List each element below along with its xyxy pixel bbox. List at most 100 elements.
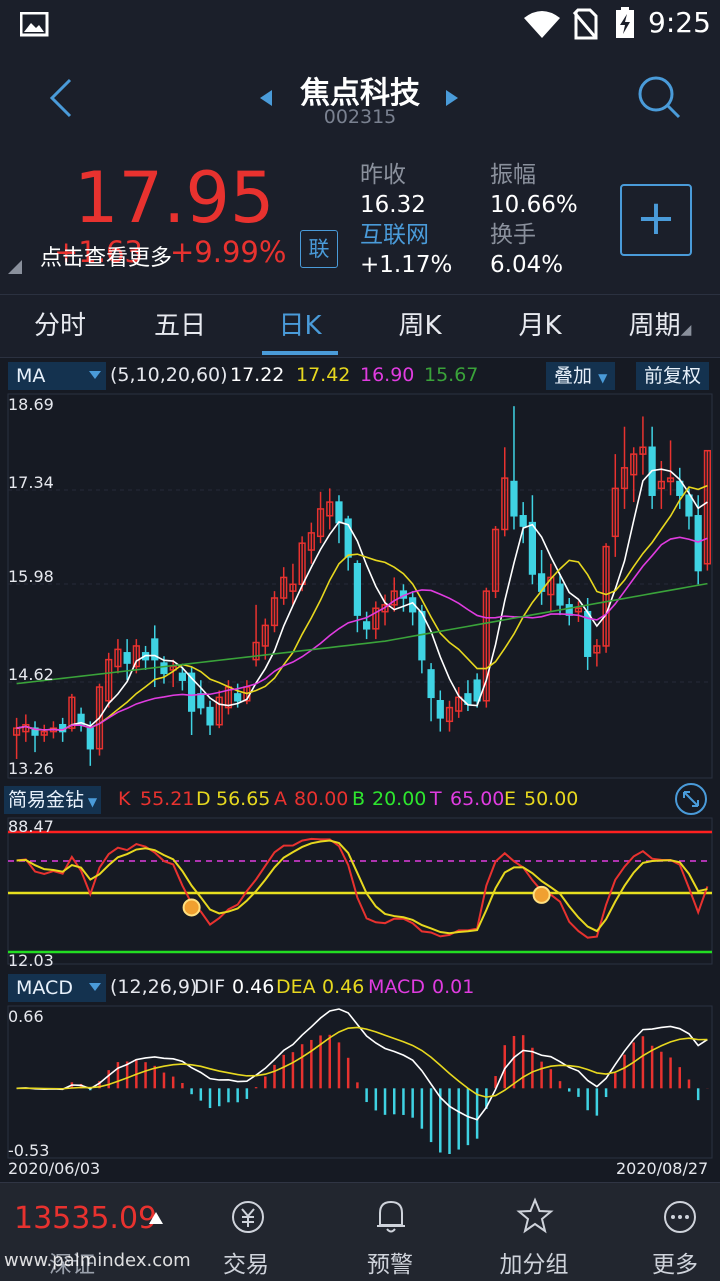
turnover-label: 换手 [490,222,536,248]
active-tab-indicator [262,351,338,355]
macd-label: MACD [368,976,425,998]
ma-params: (5,10,20,60) [110,364,228,386]
dea-label: DEA [276,976,316,998]
tab-five-day[interactable]: 五日 [120,295,240,357]
indicator-selector-jinzuan[interactable]: 简易金钻 ▼ [4,786,102,814]
wifi-icon [524,11,560,38]
candle-body [123,652,131,664]
e-label: E [504,788,517,810]
last-price: 17.95 [74,157,275,239]
nav-label: 交易 [223,1252,269,1278]
e-value: 50.00 [524,788,579,810]
status-bar: 9:25 [0,0,720,52]
expand-icon[interactable] [674,782,708,816]
d-label: D [196,788,211,810]
kdj-bottom-tick: 12.03 [8,951,54,970]
dif-label: DIF [194,976,226,998]
candle-body [197,693,205,709]
dif-value: 0.46 [232,976,275,998]
nav-more[interactable]: 更多 [606,1183,720,1281]
yuan-exchange-icon [232,1201,264,1233]
candle-body [473,679,481,702]
ma10-value: 17.42 [296,364,351,386]
k-label: K [118,788,131,810]
prev-close-value: 16.32 [360,192,426,218]
prev-stock-icon[interactable] [258,88,274,108]
star-icon [516,1197,554,1234]
tab-period[interactable]: 周期◢ [600,295,720,357]
sector-link[interactable]: 互联网 [360,222,429,248]
adjust-button[interactable]: 前复权 [636,362,710,390]
prev-close-label: 昨收 [360,162,406,188]
a-label: A [274,788,287,810]
corner-triangle-icon [8,260,22,274]
add-watchlist-button[interactable]: + [620,184,692,256]
candle-body [510,480,518,517]
date-end: 2020/08/27 [616,1159,709,1178]
candle-body [694,515,702,572]
quote-panel: 17.95 +1.63 +9.99% 点击查看更多 联 昨收 16.32 互联网… [0,148,720,294]
d-line [16,839,708,935]
candle-body [556,583,564,606]
candle-body [160,662,168,675]
no-sim-icon [572,8,598,40]
nav-label: 加分组 [499,1252,569,1278]
macd-value: 0.01 [432,976,475,998]
nav-add-group[interactable]: 加分组 [462,1183,606,1281]
ma-selector-label: MA [16,365,46,387]
a-value: 80.00 [294,788,349,810]
image-icon [20,12,49,37]
tab-period-label: 周期 [628,311,681,341]
turnover-value: 6.04% [490,252,564,278]
gold-diamond-icon [532,885,551,904]
dea-value: 0.46 [322,976,365,998]
more-info-link[interactable]: 点击查看更多 [40,244,172,274]
candle-body [353,562,361,616]
related-stock-button[interactable]: 联 [300,230,338,268]
sector-change: +1.17% [360,252,453,278]
date-start: 2020/06/03 [8,1159,101,1178]
dif-line [16,1008,708,1121]
macd-top-tick: 0.66 [8,1007,44,1026]
watermark: www.palmindex.com [4,1250,191,1271]
tab-monthly-k[interactable]: 月K [480,295,600,357]
more-icon [664,1201,696,1233]
stock-header: 焦点科技 002315 [0,52,720,148]
nav-label: 预警 [367,1252,413,1278]
kdj-top-tick: 88.47 [8,817,54,836]
next-stock-icon[interactable] [444,88,460,108]
price-tick: 14.62 [8,665,54,684]
nav-label: 更多 [652,1252,698,1278]
candle-body [519,515,527,527]
b-value: 20.00 [372,788,427,810]
ma60-value: 15.67 [424,364,479,386]
overlay-button[interactable]: 叠加 ▼ [546,362,616,390]
tab-weekly-k[interactable]: 周K [360,295,480,357]
tab-intraday[interactable]: 分时 [0,295,120,357]
d-value: 56.65 [216,788,271,810]
price-tick: 13.26 [8,759,54,778]
nav-trade[interactable]: 交易 [174,1183,318,1281]
status-time: 9:25 [648,6,711,39]
tab-daily-k[interactable]: 日K [240,295,360,357]
nav-alert[interactable]: 预警 [318,1183,462,1281]
jinzuan-chevron-icon: ▼ [84,795,98,809]
dropdown-triangle-icon: ◢ [680,322,692,338]
chevron-down-icon [89,371,101,379]
overlay-label: 叠加 [554,365,593,387]
candle-body [427,669,435,699]
chart-area: MA (5,10,20,60) 17.22 17.42 16.90 15.67 … [0,358,720,1182]
candle-body [234,693,242,702]
candle-body [363,621,371,630]
k-value: 55.21 [140,788,195,810]
amplitude-label: 振幅 [490,162,536,188]
macd-selector-label: MACD [16,977,73,999]
search-icon[interactable] [636,74,682,120]
candle-body [86,727,94,750]
index-value: 13535.09 [14,1201,158,1236]
ma5-value: 17.22 [230,364,285,386]
back-icon[interactable] [44,76,76,120]
jinzuan-label: 简易金钻 [8,789,85,811]
price-tick: 18.69 [8,395,54,414]
kline-chart[interactable] [0,358,720,1182]
